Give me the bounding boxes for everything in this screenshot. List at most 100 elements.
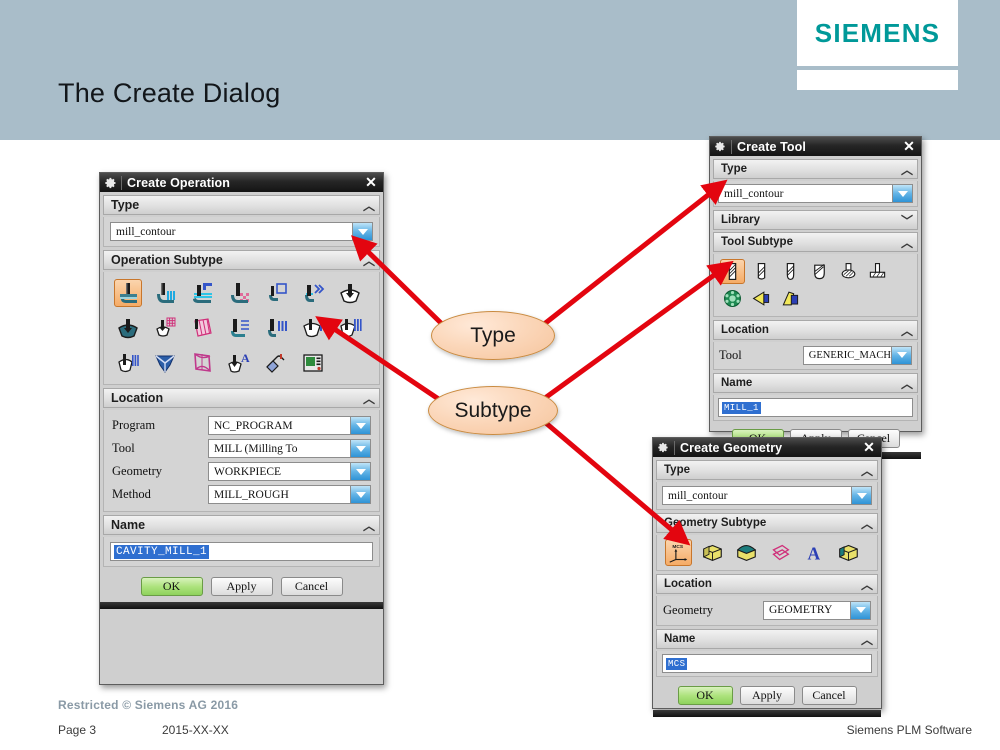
chevron-down-icon[interactable]: ﹀ <box>897 212 917 229</box>
ok-button[interactable]: OK <box>677 686 733 705</box>
subtype-icon-rest-milling[interactable] <box>225 279 253 307</box>
section-location[interactable]: Location ︿ <box>103 388 380 408</box>
section-library[interactable]: Library ﹀ <box>713 210 918 230</box>
chevron-down-icon[interactable] <box>350 486 370 503</box>
chevron-down-icon[interactable] <box>350 463 370 480</box>
chevron-up-icon[interactable]: ︿ <box>857 515 877 532</box>
geometry-location-combo[interactable]: GEOMETRY <box>763 600 871 620</box>
subtype-icon-solid-profile-3d[interactable] <box>151 349 179 377</box>
section-operation-subtype[interactable]: Operation Subtype ︿ <box>103 250 380 270</box>
section-name[interactable]: Name ︿ <box>656 629 878 649</box>
subtype-icon-mill-user-defined[interactable] <box>262 349 290 377</box>
subtype-icon-zlevel-corner[interactable] <box>299 279 327 307</box>
ok-button[interactable]: OK <box>140 577 203 596</box>
chevron-down-icon[interactable] <box>352 223 372 240</box>
subtype-icon-mill-control[interactable] <box>299 349 327 377</box>
subtype-icon-cavity-mill[interactable] <box>114 279 142 307</box>
name-input[interactable]: CAVITY_MILL_1 <box>110 542 373 561</box>
chevron-up-icon[interactable]: ︿ <box>359 517 379 534</box>
apply-button[interactable]: Apply <box>210 577 273 596</box>
section-name[interactable]: Name ︿ <box>713 373 918 393</box>
subtype-icon-flowcut-multiple[interactable] <box>336 314 364 342</box>
cancel-button[interactable]: Cancel <box>801 686 857 705</box>
create-operation-titlebar: Create Operation ✕ <box>100 173 383 192</box>
chevron-down-icon[interactable] <box>892 185 912 202</box>
chevron-up-icon[interactable]: ︿ <box>897 234 917 251</box>
subtype-icon-plunge-milling[interactable] <box>151 279 179 307</box>
type-combo[interactable]: mill_contour <box>662 486 872 505</box>
section-name[interactable]: Name ︿ <box>103 515 380 535</box>
tool-icon-chamfer-mill[interactable] <box>836 259 861 284</box>
geometry-location-value: GEOMETRY <box>769 604 833 616</box>
chevron-up-icon[interactable]: ︿ <box>897 161 917 178</box>
section-location[interactable]: Location ︿ <box>713 320 918 340</box>
chevron-up-icon[interactable]: ︿ <box>359 252 379 269</box>
tool-icon-mill-form[interactable] <box>749 286 774 311</box>
geometry-icon-workpiece[interactable] <box>699 539 726 566</box>
chevron-up-icon[interactable]: ︿ <box>857 631 877 648</box>
geometry-icon-mill-geom[interactable] <box>835 539 862 566</box>
subtype-icon-corner-rough[interactable] <box>188 279 216 307</box>
geometry-icon-mill-text[interactable]: A <box>801 539 828 566</box>
tool-icon-barrel-tool[interactable] <box>720 286 745 311</box>
tool-location-combo[interactable]: GENERIC_MACH <box>802 345 912 365</box>
cancel-button[interactable]: Cancel <box>280 577 343 596</box>
subtype-icon-contour-text[interactable]: A <box>225 349 253 377</box>
section-tool-subtype[interactable]: Tool Subtype ︿ <box>713 232 918 252</box>
tool-icon-mill-5-param[interactable] <box>720 259 745 284</box>
tool-icon-ball-mill[interactable] <box>807 259 832 284</box>
subtype-icon-streamline[interactable] <box>188 314 216 342</box>
type-combo[interactable]: mill_contour <box>718 184 913 203</box>
name-input[interactable]: MCS <box>662 654 872 673</box>
footer-restricted: Restricted © Siemens AG 2016 <box>58 698 239 712</box>
tool-icon-mill-7-param[interactable] <box>749 259 774 284</box>
close-icon[interactable]: ✕ <box>363 174 379 191</box>
gear-icon[interactable] <box>656 440 671 455</box>
chevron-up-icon[interactable]: ︿ <box>359 197 379 214</box>
name-input[interactable]: MILL_1 <box>718 398 913 417</box>
chevron-down-icon[interactable] <box>350 440 370 457</box>
tool-icon-mill-10-param[interactable] <box>778 259 803 284</box>
gear-icon[interactable] <box>103 175 118 190</box>
chevron-down-icon[interactable] <box>850 601 870 619</box>
subtype-icon-fixed-contour[interactable] <box>336 279 364 307</box>
subtype-icon-zlevel-profile[interactable] <box>262 279 290 307</box>
chevron-up-icon[interactable]: ︿ <box>857 576 877 593</box>
close-icon[interactable]: ✕ <box>861 439 877 456</box>
subtype-icon-contour-area[interactable] <box>114 314 142 342</box>
chevron-down-icon[interactable] <box>350 417 370 434</box>
chevron-up-icon[interactable]: ︿ <box>359 390 379 407</box>
chevron-up-icon[interactable]: ︿ <box>897 375 917 392</box>
geometry-icon-mill-area[interactable] <box>733 539 760 566</box>
subtype-icon-flowcut-single[interactable] <box>299 314 327 342</box>
apply-button[interactable]: Apply <box>739 686 795 705</box>
type-combo[interactable]: mill_contour <box>110 222 373 241</box>
chevron-up-icon[interactable]: ︿ <box>897 322 917 339</box>
tool-icon-thread-mill[interactable] <box>778 286 803 311</box>
section-location[interactable]: Location ︿ <box>656 574 878 594</box>
subtype-icon-contour-area-nonsteep[interactable] <box>225 314 253 342</box>
subtype-icon-contour-surface-area[interactable] <box>151 314 179 342</box>
geometry-combo[interactable]: WORKPIECE <box>208 462 371 481</box>
chevron-up-icon[interactable]: ︿ <box>857 462 877 479</box>
section-library-label: Library <box>721 214 760 226</box>
create-geometry-titlebar: Create Geometry ✕ <box>653 438 881 457</box>
tool-combo[interactable]: MILL (Milling To <box>208 439 371 458</box>
subtype-icon-flowcut-ref-tool[interactable] <box>114 349 142 377</box>
tool-icon-t-cutter[interactable] <box>865 259 890 284</box>
section-type[interactable]: Type ︿ <box>103 195 380 215</box>
subtype-icon-profile-3d[interactable] <box>188 349 216 377</box>
section-type[interactable]: Type ︿ <box>656 460 878 480</box>
row-label: Program <box>112 418 156 432</box>
close-icon[interactable]: ✕ <box>901 138 917 155</box>
chevron-down-icon[interactable] <box>891 346 911 364</box>
section-geometry-subtype[interactable]: Geometry Subtype ︿ <box>656 513 878 533</box>
geometry-icon-mill-bnd[interactable] <box>767 539 794 566</box>
geometry-icon-mcs[interactable]: MCS <box>665 539 692 566</box>
method-combo[interactable]: MILL_ROUGH <box>208 485 371 504</box>
gear-icon[interactable] <box>713 139 728 154</box>
section-type[interactable]: Type ︿ <box>713 159 918 179</box>
subtype-icon-contour-area-dir-steep[interactable] <box>262 314 290 342</box>
chevron-down-icon[interactable] <box>851 487 871 504</box>
program-combo[interactable]: NC_PROGRAM <box>208 416 371 435</box>
